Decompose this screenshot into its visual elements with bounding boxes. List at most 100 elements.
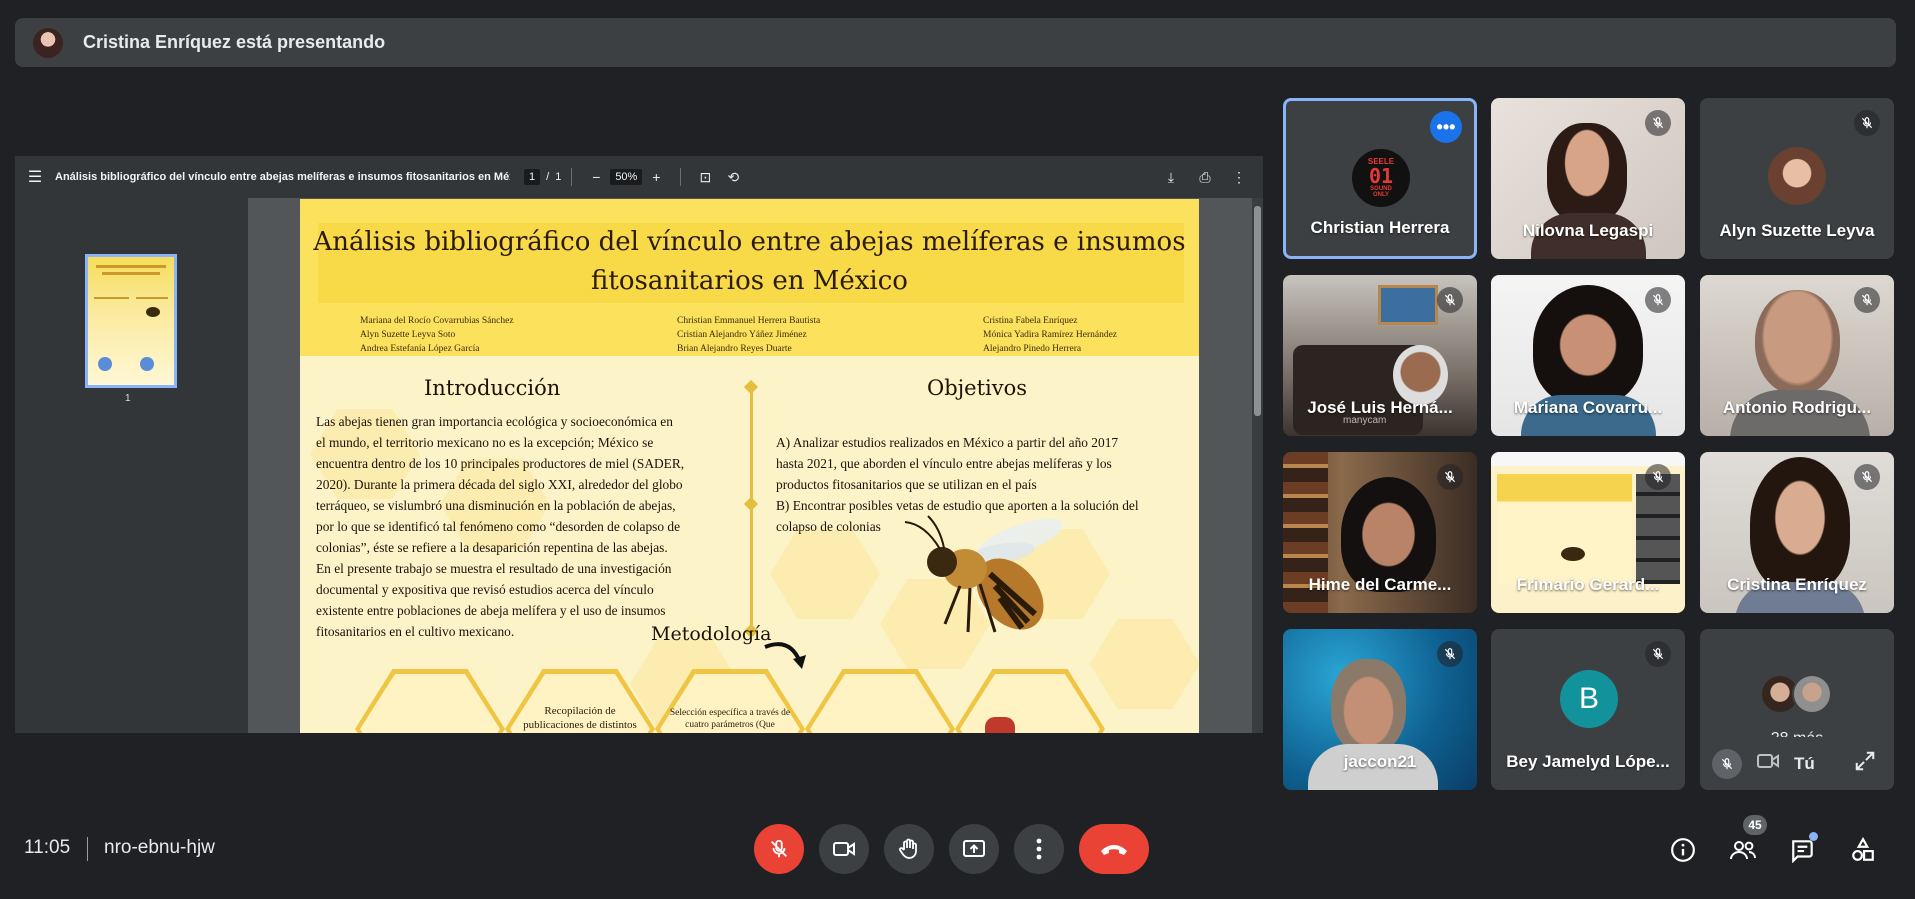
objectives-heading: Objetivos — [927, 376, 1028, 400]
fit-page-icon[interactable]: ⊡ — [691, 169, 719, 186]
toolbar-divider — [571, 168, 573, 186]
participant-name: Alyn Suzette Leyva — [1719, 221, 1875, 240]
participant-name: jaccon21 — [1343, 752, 1417, 771]
present-screen-button[interactable] — [949, 824, 999, 874]
participant-tile-more-and-self[interactable]: 28 más Tú — [1700, 629, 1894, 790]
toolbar-divider — [680, 168, 682, 186]
menu-icon[interactable]: ☰ — [15, 167, 55, 187]
mic-off-icon — [1437, 464, 1463, 490]
participant-name: Christian Herrera — [1310, 218, 1450, 237]
participant-tile-frimario[interactable]: Frimario Gerard... — [1491, 452, 1685, 613]
participant-tile-antonio[interactable]: Antonio Rodrigu... — [1700, 275, 1894, 436]
participant-tile-jaccon21[interactable]: jaccon21 — [1283, 629, 1477, 790]
methodology-heading: Metodología — [651, 623, 772, 645]
intro-heading: Introducción — [424, 376, 561, 400]
page-thumbnail[interactable] — [85, 254, 177, 388]
raise-hand-button[interactable] — [884, 824, 934, 874]
self-view-controls: Tú — [1700, 737, 1894, 790]
participant-tile-jose-luis[interactable]: manycam José Luis Herná... — [1283, 275, 1477, 436]
mic-off-icon — [771, 839, 787, 858]
participant-tile-cristina-enriquez[interactable]: Cristina Enríquez — [1700, 452, 1894, 613]
poster-title-line1: Análisis bibliográfico del vínculo entre… — [313, 227, 1186, 257]
intro-text: Las abejas tienen gran importancia ecoló… — [316, 414, 685, 639]
participant-video — [1547, 123, 1627, 223]
chat-notification-dot — [1809, 832, 1818, 841]
participant-tile-nilovna-legaspi[interactable]: Nilovna Legaspi — [1491, 98, 1685, 259]
camera-toggle-button[interactable] — [819, 824, 869, 874]
zoom-out-icon[interactable]: − — [582, 169, 610, 185]
info-icon — [1671, 838, 1695, 862]
more-options-icon[interactable]: ••• — [1430, 111, 1462, 143]
participant-tile-christian-herrera[interactable]: SEELE 01 SOUND ONLY ••• Christian Herrer… — [1283, 98, 1477, 259]
mic-off-icon — [1437, 641, 1463, 667]
poster-page: Análisis bibliográfico del vínculo entre… — [300, 199, 1199, 733]
self-label: Tú — [1794, 753, 1815, 773]
page-separator: / — [546, 171, 550, 183]
camera-icon — [833, 842, 855, 856]
bee-illustration — [904, 515, 1063, 633]
clock: 11:05 — [24, 837, 71, 858]
meeting-code: nro-ebnu-hjw — [104, 837, 215, 858]
authors-col1: Mariana del Rocío Covarrubias Sánchez Aly… — [360, 316, 514, 354]
participant-name: Antonio Rodrigu... — [1722, 398, 1872, 417]
presentation-view[interactable]: ☰ Análisis bibliográfico del vínculo ent… — [15, 156, 1263, 733]
bottom-divider — [87, 837, 88, 861]
mic-off-icon — [1645, 464, 1671, 490]
activities-button[interactable] — [1845, 832, 1881, 868]
more-vert-icon[interactable]: ⋮ — [1225, 169, 1253, 186]
participants-button[interactable]: 45 — [1725, 815, 1767, 868]
method-step-1: Recopilación de publicaciones de distint… — [523, 705, 637, 731]
participant-name: Frimario Gerard... — [1516, 575, 1660, 594]
page-total: 1 — [555, 171, 562, 183]
mic-off-icon — [1437, 287, 1463, 313]
presenter-banner: Cristina Enríquez está presentando — [15, 18, 1896, 67]
participant-tile-mariana[interactable]: Mariana Covarru... — [1491, 275, 1685, 436]
participant-tile-alyn-suzette-leyva[interactable]: Alyn Suzette Leyva — [1700, 98, 1894, 259]
presenter-avatar — [33, 27, 63, 58]
rotate-icon[interactable]: ⟲ — [719, 169, 747, 186]
sound-only-logo: SEELE 01 SOUND ONLY — [1352, 149, 1410, 207]
chat-button[interactable] — [1785, 832, 1821, 868]
participant-avatar: B — [1560, 670, 1618, 728]
mic-off-icon — [1645, 287, 1671, 313]
authors-col2: Christian Emmanuel Herrera Bautista Crist… — [677, 316, 821, 354]
thumbnail-label: 1 — [125, 393, 131, 404]
mic-off-icon — [1645, 110, 1671, 136]
pdf-title: Análisis bibliográfico del vínculo entre… — [55, 171, 510, 183]
poster-title-line2: fitosanitarios en México — [591, 266, 908, 296]
meeting-details-button[interactable] — [1665, 832, 1701, 868]
method-step-2: Selección específica a través de cuatro … — [669, 708, 791, 730]
self-camera-icon[interactable] — [1756, 751, 1780, 776]
hang-up-icon — [1101, 845, 1127, 855]
activities-icon — [1852, 837, 1874, 861]
expand-icon[interactable] — [1854, 750, 1876, 777]
mic-off-icon — [1854, 110, 1880, 136]
print-icon[interactable]: ⎙ — [1191, 169, 1219, 186]
pdf-scrollbar[interactable] — [1252, 198, 1263, 733]
pdf-toolbar: ☰ Análisis bibliográfico del vínculo ent… — [15, 156, 1263, 198]
participant-name: Cristina Enríquez — [1727, 575, 1867, 594]
zoom-in-icon[interactable]: + — [642, 169, 670, 185]
hand-icon — [899, 838, 917, 859]
participant-name: José Luis Herná... — [1307, 398, 1453, 417]
zoom-level[interactable]: 50% — [610, 169, 643, 185]
participant-name: Bey Jamelyd Lópe... — [1506, 752, 1670, 771]
mic-off-icon — [1854, 287, 1880, 313]
more-options-button[interactable] — [1014, 824, 1064, 874]
participant-tile-bey-jamelyd[interactable]: B Bey Jamelyd Lópe... — [1491, 629, 1685, 790]
download-icon[interactable]: ⤓ — [1157, 169, 1185, 186]
microphone-toggle-button[interactable] — [754, 824, 804, 874]
more-avatar-2 — [1792, 674, 1832, 714]
participants-count-badge: 45 — [1743, 815, 1767, 835]
thumbnail-sidebar: 1 — [15, 198, 248, 733]
mic-off-icon — [1645, 641, 1671, 667]
mic-off-icon — [1854, 464, 1880, 490]
participant-tile-hime[interactable]: Hime del Carme... — [1283, 452, 1477, 613]
participant-name: Hime del Carme... — [1308, 575, 1452, 594]
participant-name: Mariana Covarru... — [1513, 398, 1663, 417]
more-vert-icon — [1036, 838, 1042, 860]
page-number-input[interactable]: 1 — [524, 169, 541, 185]
leave-call-button[interactable] — [1079, 824, 1149, 874]
self-mic-off-icon[interactable] — [1712, 748, 1742, 779]
authors-col3: Cristina Fabela Enríquez Mónica Yadira Ra… — [983, 316, 1118, 354]
